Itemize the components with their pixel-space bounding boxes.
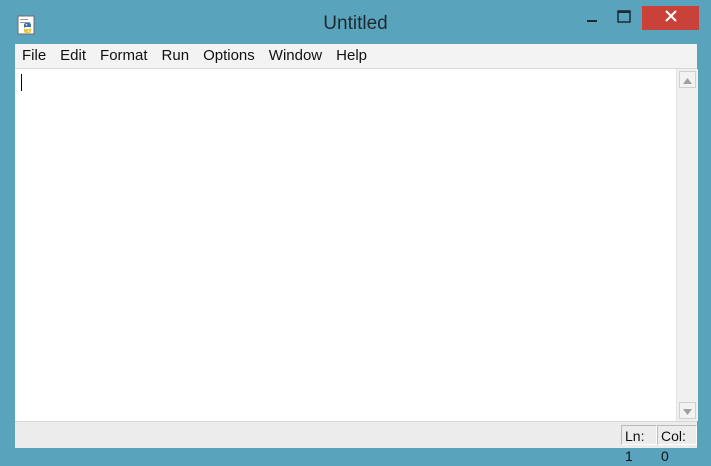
scroll-down-button[interactable] <box>679 402 696 419</box>
close-icon <box>664 9 678 28</box>
code-editor[interactable] <box>15 69 676 421</box>
arrow-down-icon <box>683 402 692 420</box>
menu-edit[interactable]: Edit <box>53 44 93 68</box>
minimize-icon <box>585 10 599 29</box>
menu-format[interactable]: Format <box>93 44 155 68</box>
menu-file[interactable]: File <box>15 44 53 68</box>
vertical-scrollbar[interactable] <box>676 69 698 421</box>
status-line-number: Ln: 1 <box>621 425 657 464</box>
title-bar[interactable]: Untitled <box>0 0 711 44</box>
menu-options[interactable]: Options <box>196 44 262 68</box>
scroll-up-button[interactable] <box>679 71 696 88</box>
text-caret <box>21 74 22 91</box>
menu-window[interactable]: Window <box>262 44 329 68</box>
menu-help[interactable]: Help <box>329 44 374 68</box>
menu-run[interactable]: Run <box>155 44 197 68</box>
minimize-button[interactable] <box>575 6 609 32</box>
status-column-number: Col: 0 <box>657 425 697 464</box>
maximize-button[interactable] <box>609 6 639 32</box>
menu-bar: File Edit Format Run Options Window Help <box>15 44 697 69</box>
close-button[interactable] <box>642 6 699 30</box>
status-bar: Ln: 1 Col: 0 <box>15 421 697 464</box>
maximize-icon <box>616 9 632 29</box>
arrow-up-icon <box>683 71 692 89</box>
